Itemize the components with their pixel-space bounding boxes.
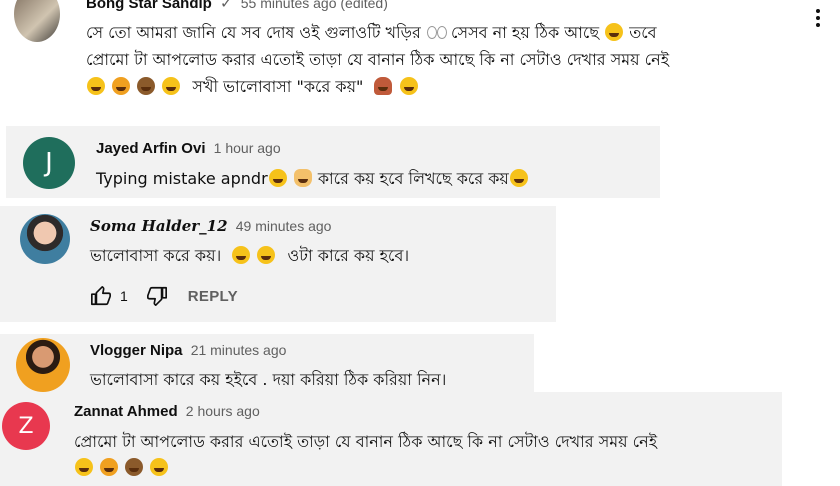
comment-text: ভালোবাসা করে কয়। ওটা কারে কয় হবে। (90, 241, 409, 271)
comment-line: প্রোমো টা আপলোড করার এতোই তাড়া যে বানান… (86, 50, 670, 69)
comment-line: ভালোবাসা কারে কয় হইবে . দয়া করিয়া ঠিক… (90, 370, 447, 389)
comment-zannat-ahmed: Z Zannat Ahmed 2 hours ago প্রোমো টা আপল… (0, 392, 782, 486)
verified-icon: ✓ (220, 0, 233, 12)
avatar-letter: Z (18, 413, 34, 439)
comment-text: Typing mistake apndr কারে কয় হবে লিখছে … (96, 164, 529, 194)
author-name[interactable]: Vlogger Nipa (90, 342, 183, 359)
laughing-emoji-icon (257, 246, 276, 264)
comment-bong-star-sandip: Bong Star Sandip ✓ 55 minutes ago (edite… (0, 0, 840, 104)
sleepy-emoji-icon (399, 77, 418, 95)
thumb-up-icon[interactable] (90, 285, 112, 307)
comment-line: সেসব না হয় ঠিক আছে (451, 23, 600, 42)
reply-button[interactable]: REPLY (188, 288, 238, 305)
comment-time[interactable]: 49 minutes ago (236, 218, 332, 234)
comment-soma-halder: 𝑺𝒐𝒎𝒂 𝑯𝒂𝒍𝒅𝒆𝒓_12 49 minutes ago ভালোবাসা ক… (0, 206, 556, 322)
comment-line: Typing mistake apndr (96, 169, 268, 188)
comment-line: কারে কয় হবে লিখছে করে কয় (317, 169, 509, 188)
comment-jayed-arfin-ovi: J Jayed Arfin Ovi 1 hour ago Typing mist… (6, 126, 660, 198)
hand-over-mouth-emoji-icon (150, 458, 169, 476)
avatar[interactable] (20, 214, 70, 264)
author-name[interactable]: Zannat Ahmed (74, 403, 178, 420)
comment-time[interactable]: 1 hour ago (214, 140, 281, 156)
avatar[interactable] (16, 338, 70, 392)
victory-hand-icon (293, 169, 312, 187)
comment-line: সে তো আমরা জানি যে সব দোষ ওই গুলাওটি খড়… (86, 23, 421, 42)
comment-line: প্রোমো টা আপলোড করার এতোই তাড়া যে বানান… (74, 432, 658, 451)
thumb-down-icon[interactable] (146, 285, 168, 307)
laughing-emoji-icon (87, 77, 105, 95)
comment-line: ওটা কারে কয় হবে। (287, 246, 410, 265)
comment-time[interactable]: 55 minutes ago (edited) (241, 0, 388, 11)
avatar[interactable]: Z (2, 402, 50, 450)
author-name[interactable]: Bong Star Sandip (86, 0, 212, 12)
comment-text (74, 453, 169, 483)
laughing-emoji-icon (232, 246, 251, 264)
comment-text: সে তো আমরা জানি যে সব দোষ ওই গুলাওটি খড়… (86, 18, 657, 48)
hand-over-mouth-emoji-icon (162, 77, 181, 95)
more-actions-icon[interactable] (810, 6, 826, 30)
eyes-emoji-icon (426, 26, 447, 39)
like-count: 1 (120, 288, 128, 304)
comment-actions: 1 REPLY (90, 284, 238, 308)
comment-author[interactable]: Zannat Ahmed 2 hours ago (74, 403, 260, 420)
author-name[interactable]: Jayed Arfin Ovi (96, 140, 205, 157)
grimace-emoji-icon (605, 23, 624, 41)
tongue-emoji-icon (268, 169, 287, 187)
avatar[interactable]: J (23, 137, 75, 189)
smiling-emoji-icon (509, 169, 528, 187)
comment-time[interactable]: 21 minutes ago (191, 342, 287, 358)
comment-time[interactable]: 2 hours ago (186, 403, 260, 419)
laughing-emoji-icon (75, 458, 93, 476)
comment-author[interactable]: Jayed Arfin Ovi 1 hour ago (96, 140, 281, 157)
comment-text: ভালোবাসা কারে কয় হইবে . দয়া করিয়া ঠিক… (90, 365, 446, 392)
see-no-evil-monkey-icon (125, 458, 144, 476)
comment-author[interactable]: Bong Star Sandip ✓ 55 minutes ago (edite… (86, 0, 388, 12)
avatar[interactable] (14, 0, 60, 42)
avatar-letter: J (45, 148, 53, 178)
comment-line: তবে (629, 23, 657, 42)
see-no-evil-monkey-icon (137, 77, 156, 95)
rofl-emoji-icon (100, 458, 119, 476)
comment-text: সখী ভালোবাসা "করে কয়" (86, 72, 419, 102)
author-name[interactable]: 𝑺𝒐𝒎𝒂 𝑯𝒂𝒍𝒅𝒆𝒓_12 (90, 217, 228, 235)
comment-vlogger-nipa: Vlogger Nipa 21 minutes ago ভালোবাসা কার… (0, 334, 534, 392)
person-facepalm-icon (374, 77, 393, 95)
comment-author[interactable]: 𝑺𝒐𝒎𝒂 𝑯𝒂𝒍𝒅𝒆𝒓_12 49 minutes ago (90, 217, 331, 235)
comment-line: সখী ভালোবাসা "করে কয়" (192, 77, 364, 96)
comment-line: ভালোবাসা করে কয়। (90, 246, 222, 265)
rofl-emoji-icon (112, 77, 131, 95)
comment-author[interactable]: Vlogger Nipa 21 minutes ago (90, 342, 286, 359)
comment-text: প্রোমো টা আপলোড করার এতোই তাড়া যে বানান… (86, 45, 669, 75)
